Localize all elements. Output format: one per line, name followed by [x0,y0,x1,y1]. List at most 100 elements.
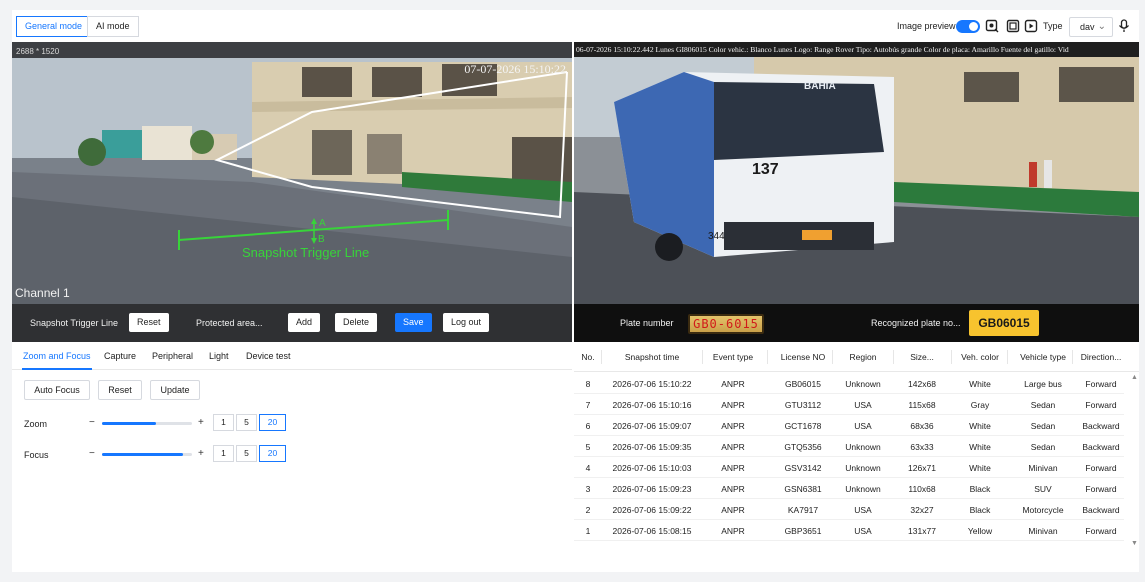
table-cell: 131x77 [908,526,936,536]
bus-route-sign: BAHIA [804,81,836,92]
playback-icon[interactable] [1024,19,1038,33]
live-video-channel-1[interactable]: A B Snapshot Trigger Line 2688 * 1520 07… [12,42,572,304]
zoom-increase-button[interactable]: + [198,417,204,428]
table-row[interactable]: 4 2026-07-06 15:10:03 ANPR GSV3142 Unknown 12… [574,457,1124,478]
table-cell: Backward [1082,421,1120,431]
table-cell: ANPR [721,484,745,494]
zoom-step-1[interactable]: 1 [213,414,234,431]
tab-device-test[interactable]: Device test [246,351,291,361]
scroll-down-icon[interactable]: ▼ [1131,540,1138,547]
table-row[interactable]: 3 2026-07-06 15:09:23 ANPR GSN6381 Unknown 11… [574,478,1124,499]
table-cell: Sedan [1030,442,1056,452]
table-cell: 2 [585,505,591,515]
table-cell: 1 [585,526,591,536]
table-row[interactable]: 1 2026-07-06 15:08:15 ANPR GBP3651 USA 131x77… [574,520,1124,541]
microphone-icon[interactable] [1117,19,1131,33]
image-preview-label: Image preview [897,21,956,31]
ai-mode-button[interactable]: AI mode [87,16,139,37]
add-area-button[interactable]: Add [288,313,321,332]
focus-step-20[interactable]: 20 [259,445,286,462]
update-button[interactable]: Update [150,380,200,400]
delete-area-button[interactable]: Delete [335,313,378,332]
resolution-label: 2688 * 1520 [16,47,60,56]
table-cell: 2026-07-06 15:09:35 [612,442,692,452]
table-row[interactable]: 2 2026-07-06 15:09:22 ANPR KA7917 USA 32x27 Bl… [574,499,1124,520]
column-header[interactable]: No. [574,352,602,362]
column-divider [951,350,952,364]
column-header[interactable]: Veh. color [952,352,1008,362]
chevron-down-icon: ⌄ [1097,21,1106,32]
scroll-up-icon[interactable]: ▲ [1131,374,1138,381]
column-divider [1007,350,1008,364]
table-cell: Forward [1085,400,1117,410]
column-header[interactable]: Vehicle type [1008,352,1078,362]
column-header[interactable]: Direction... [1073,352,1129,362]
column-divider [702,350,703,364]
table-cell: Forward [1085,463,1117,473]
record-icon[interactable] [1006,19,1020,33]
table-row[interactable]: 7 2026-07-06 15:10:16 ANPR GTU3112 USA 115x68… [574,394,1124,415]
column-header[interactable]: License NO [768,352,838,362]
table-cell: 2026-07-06 15:08:15 [612,526,692,536]
recognized-plate-badge: GB06015 [969,310,1039,336]
table-cell: Gray [970,400,990,410]
zoom-step-5[interactable]: 5 [236,414,257,431]
table-cell: SUV [1034,484,1052,494]
bus-snapshot-image: BAHIA 137 344 [574,42,1139,304]
column-header[interactable]: Size... [894,352,950,362]
focus-decrease-button[interactable]: − [89,448,95,459]
zoom-step-20[interactable]: 20 [259,414,286,431]
focus-label: Focus [24,450,49,460]
column-header[interactable]: Event type [703,352,763,362]
table-cell: GSN6381 [784,484,822,494]
tab-peripheral[interactable]: Peripheral [152,351,193,361]
focus-slider[interactable] [102,453,192,456]
table-scrollbar[interactable]: ▲ ▼ [1130,372,1139,550]
zoom-decrease-button[interactable]: − [89,417,95,428]
table-cell: ANPR [721,442,745,452]
table-cell: 3 [585,484,591,494]
snapshot-icon[interactable] [985,19,999,33]
table-cell: Forward [1085,379,1117,389]
plate-result-bar: Plate number GB0-6015 Recognized plate n… [574,304,1139,342]
auto-focus-button[interactable]: Auto Focus [24,380,90,400]
column-divider [832,350,833,364]
focus-step-1[interactable]: 1 [213,445,234,462]
column-header[interactable]: Snapshot time [602,352,702,362]
table-cell: 2026-07-06 15:10:03 [612,463,692,473]
table-row[interactable]: 6 2026-07-06 15:09:07 ANPR GCT1678 USA 68x36 W… [574,415,1124,436]
image-preview-toggle[interactable] [956,20,980,33]
table-cell: ANPR [721,505,745,515]
trigger-control-bar: Snapshot Trigger Line Reset Protected ar… [12,304,572,342]
reset-trigger-button[interactable]: Reset [129,313,169,332]
protected-area-label: Protected area... [196,318,263,328]
table-cell: KA7917 [787,505,819,515]
general-mode-button[interactable]: General mode [16,16,92,37]
tab-light[interactable]: Light [209,351,229,361]
table-cell: White [969,379,991,389]
save-button[interactable]: Save [395,313,432,332]
channel-label: Channel 1 [15,286,70,300]
table-cell: 68x36 [910,421,934,431]
settings-tabs: Zoom and Focus Capture Peripheral Light … [12,342,572,370]
zoom-slider[interactable] [102,422,192,425]
table-cell: USA [854,526,872,536]
type-select[interactable]: dav ⌄ [1069,17,1113,37]
table-cell: GTU3112 [784,400,822,410]
table-cell: USA [854,505,872,515]
focus-increase-button[interactable]: + [198,448,204,459]
logout-button[interactable]: Log out [443,313,490,332]
tab-zoom-and-focus[interactable]: Zoom and Focus [23,351,91,361]
table-row[interactable]: 8 2026-07-06 15:10:22 ANPR GB06015 Unknown 14… [574,373,1124,394]
table-cell: ANPR [721,463,745,473]
column-divider [601,350,602,364]
table-cell: 8 [585,379,591,389]
reset-lens-button[interactable]: Reset [98,380,142,400]
zoom-label: Zoom [24,419,48,429]
column-header[interactable]: Region [833,352,893,362]
tab-capture[interactable]: Capture [104,351,136,361]
table-row[interactable]: 5 2026-07-06 15:09:35 ANPR GTQ5356 Unknown 63… [574,436,1124,457]
focus-step-5[interactable]: 5 [236,445,257,462]
table-cell: GB06015 [785,379,821,389]
active-tab-indicator [22,368,92,370]
